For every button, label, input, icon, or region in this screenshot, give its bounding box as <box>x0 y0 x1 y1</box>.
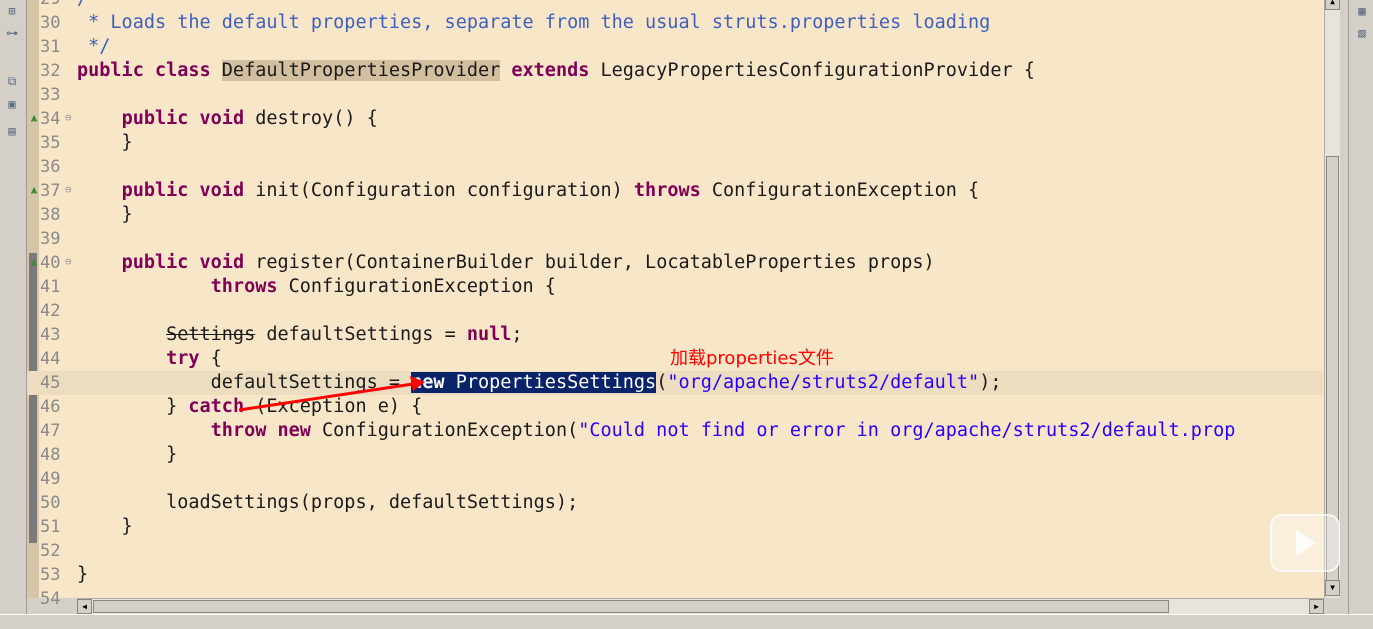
scroll-up-button[interactable]: ▲ <box>1325 0 1340 10</box>
annotation-arrow <box>238 376 425 412</box>
horizontal-scrollbar[interactable]: ◀ ▶ <box>77 598 1324 614</box>
video-play-button[interactable] <box>1270 514 1340 572</box>
image-icon[interactable]: ▣ <box>3 95 21 113</box>
hierarchy-icon[interactable]: ⊞ <box>3 2 21 20</box>
left-toolbar: ⊞ ⊶ ⧉ ▣ ▤ <box>0 0 27 628</box>
code-editor[interactable]: 29/**30 * Loads the default properties, … <box>27 0 1340 609</box>
outline-icon[interactable]: ▧ <box>1353 24 1371 42</box>
scroll-right-button[interactable]: ▶ <box>1309 599 1324 614</box>
play-icon <box>1296 530 1316 556</box>
restore-icon[interactable]: ⧉ <box>3 72 21 90</box>
status-bar <box>0 614 1373 629</box>
type-hierarchy-icon[interactable]: ⊶ <box>3 24 21 42</box>
view-icon[interactable]: ▦ <box>1353 2 1371 20</box>
horizontal-scroll-thumb[interactable] <box>93 600 1169 613</box>
scroll-left-button[interactable]: ◀ <box>77 599 92 614</box>
scroll-down-button[interactable]: ▼ <box>1325 580 1340 596</box>
vertical-scrollbar[interactable]: ▲ ▼ <box>1324 0 1340 598</box>
right-toolbar: ▦ ▧ <box>1348 0 1373 628</box>
tasks-icon[interactable]: ▤ <box>3 122 21 140</box>
